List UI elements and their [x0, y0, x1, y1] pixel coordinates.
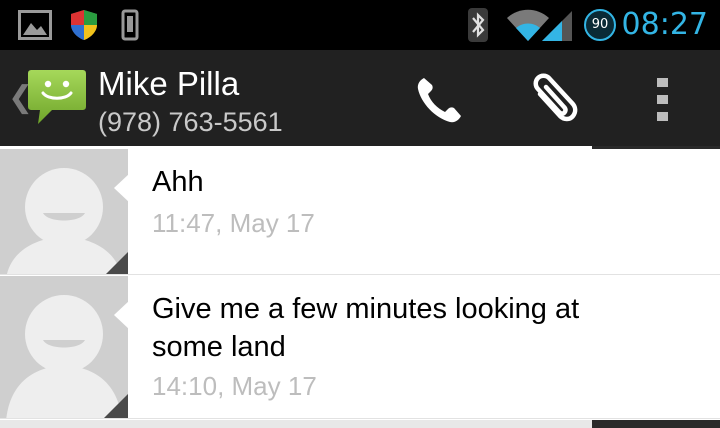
battery-icon: 90 [584, 9, 616, 41]
messaging-app-icon [28, 70, 86, 124]
vibrate-icon [121, 9, 139, 41]
clock: 08:27 [621, 7, 708, 42]
list-bottom-edge [592, 420, 720, 428]
overflow-menu-button[interactable] [634, 70, 694, 130]
message-list: Ahh 11:47, May 17 Give me a few minutes … [0, 146, 720, 428]
battery-level-label: 90 [591, 17, 609, 32]
message-text: Give me a few minutes looking at some la… [152, 293, 580, 363]
action-bar: ❮ Mike Pilla (978) 763-5561 [0, 50, 720, 146]
shield-icon [71, 10, 97, 40]
call-button[interactable] [410, 70, 470, 130]
phone-icon [417, 78, 461, 123]
avatar-pointer [114, 173, 130, 203]
message-timestamp: 11:47, May 17 [152, 208, 315, 238]
message-text: Ahh [152, 166, 204, 198]
default-contact-icon [0, 149, 128, 274]
attach-button[interactable] [522, 70, 582, 130]
attach-icon [533, 73, 578, 122]
contact-name: Mike Pilla [98, 65, 240, 102]
contact-avatar[interactable] [0, 149, 128, 274]
bluetooth-icon [468, 8, 488, 42]
contact-avatar[interactable] [0, 276, 128, 418]
status-bar: 90 08:27 [0, 0, 720, 50]
contact-number: (978) 763-5561 [98, 107, 283, 137]
signal-icon [542, 11, 572, 41]
overflow-menu-icon [657, 78, 668, 121]
message-item[interactable]: Give me a few minutes looking at some la… [0, 276, 720, 419]
avatar-pointer [114, 300, 130, 330]
message-timestamp: 14:10, May 17 [152, 371, 317, 401]
up-button[interactable]: ❮ [0, 50, 92, 146]
gallery-icon [18, 10, 52, 40]
default-contact-icon [0, 276, 128, 418]
next-message-peek [0, 420, 720, 428]
message-item[interactable]: Ahh 11:47, May 17 [0, 149, 720, 275]
